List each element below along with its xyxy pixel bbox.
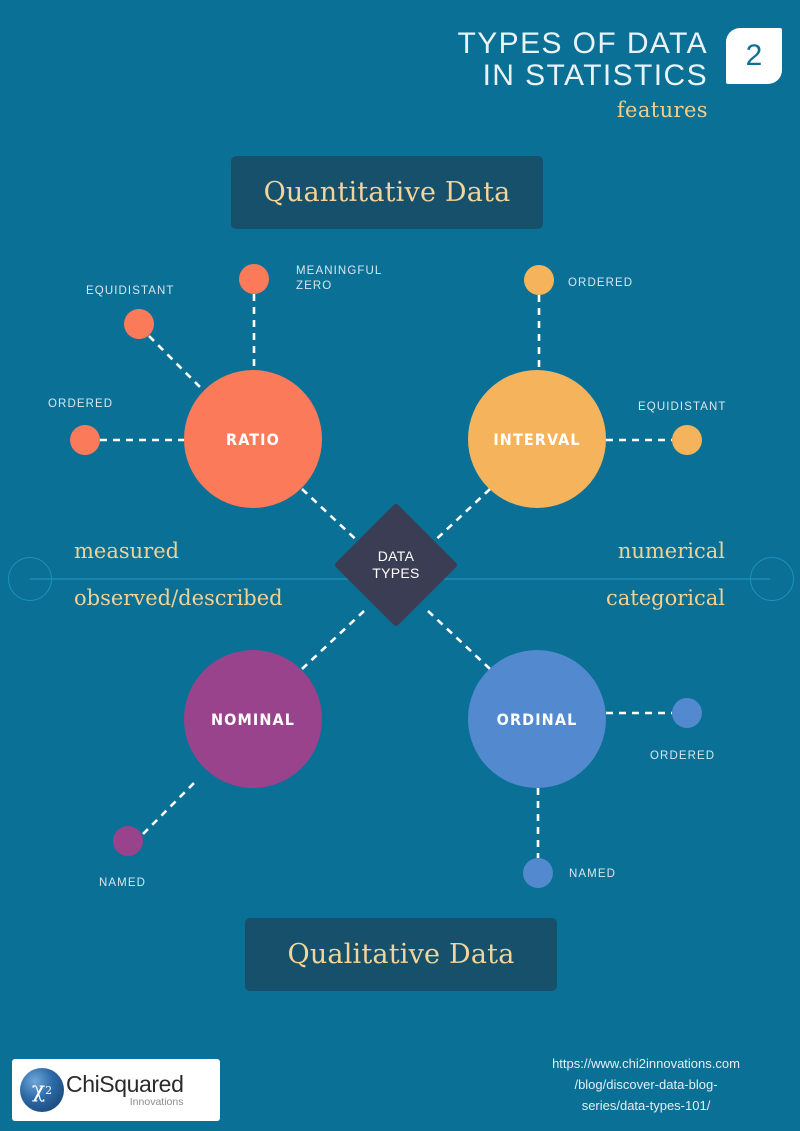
link-center-nominal — [301, 610, 365, 670]
label-ordinal-named: NAMED — [569, 868, 617, 880]
link-center-ordinal — [427, 610, 491, 670]
node-nominal-label: NOMINAL — [210, 709, 296, 729]
chi-symbol: χ — [31, 1077, 46, 1103]
dot-ordinal-named — [523, 858, 553, 888]
dot-ratio-equidistant — [124, 309, 154, 339]
chi-squared-orb-icon: χ2 — [20, 1068, 64, 1112]
diamond-label-line1: DATA — [377, 548, 415, 564]
header-title-block: TYPES OF DATA IN STATISTICS features — [457, 27, 708, 123]
data-types-diamond-label: DATA TYPES — [352, 521, 440, 609]
node-nominal: NOMINAL — [184, 650, 322, 788]
node-ratio-label: RATIO — [226, 429, 280, 449]
source-url: https://www.chi2innovations.com /blog/di… — [506, 1053, 786, 1116]
header-title-line2: IN STATISTICS — [482, 59, 708, 92]
label-interval-ordered: ORDERED — [568, 277, 634, 289]
label-interval-equidistant: EQUIDISTANT — [638, 401, 727, 413]
node-ratio: RATIO — [184, 370, 322, 508]
header-subtitle: features — [616, 98, 708, 122]
dot-nominal-named — [113, 826, 143, 856]
axis-label-measured: measured — [74, 539, 180, 563]
axis-end-circle-right — [750, 557, 794, 601]
logo-company-name: ChiSquared — [66, 1070, 184, 1097]
dot-ratio-ordered — [70, 425, 100, 455]
quantitative-data-banner: Quantitative Data — [231, 156, 543, 229]
link-ratio-equidistant — [148, 335, 206, 393]
axis-end-circle-left — [8, 557, 52, 601]
link-nominal-named — [142, 780, 197, 835]
node-interval-label: INTERVAL — [493, 429, 581, 449]
logo-tagline: Innovations — [129, 1095, 184, 1108]
infographic-canvas: TYPES OF DATA IN STATISTICS features 2 Q… — [0, 0, 800, 1131]
axis-label-observed-described: observed/described — [74, 586, 283, 610]
source-url-line3: series/data-types-101/ — [581, 1098, 711, 1113]
dot-interval-ordered — [524, 265, 554, 295]
axis-label-categorical: categorical — [606, 586, 725, 610]
dot-ratio-meaningful-zero — [239, 264, 269, 294]
dot-interval-equidistant — [672, 425, 702, 455]
dot-ordinal-ordered — [672, 698, 702, 728]
qualitative-data-label: Qualitative Data — [287, 939, 515, 970]
node-interval: INTERVAL — [468, 370, 606, 508]
page-number-badge: 2 — [726, 28, 782, 84]
label-ordinal-ordered: ORDERED — [650, 750, 716, 762]
label-ratio-meaningful-zero: MEANINGFUL ZERO — [296, 265, 382, 292]
axis-label-numerical: numerical — [617, 539, 725, 563]
source-url-line2: /blog/discover-data-blog- — [574, 1077, 718, 1092]
label-ratio-ordered: ORDERED — [48, 398, 114, 410]
node-ordinal: ORDINAL — [468, 650, 606, 788]
label-ratio-equidistant: EQUIDISTANT — [86, 285, 175, 297]
node-ordinal-label: ORDINAL — [496, 709, 578, 729]
header-title-line1: TYPES OF DATA — [457, 27, 708, 60]
page-number-value: 2 — [745, 39, 763, 72]
logo-text-block: ChiSquared Innovations — [66, 1070, 184, 1108]
chisquared-logo: χ2 ChiSquared Innovations — [12, 1059, 220, 1121]
qualitative-data-banner: Qualitative Data — [245, 918, 557, 991]
source-url-line1: https://www.chi2innovations.com — [552, 1056, 740, 1071]
diamond-label-line2: TYPES — [372, 565, 420, 581]
chi-exponent: 2 — [45, 1083, 53, 1097]
quantitative-data-label: Quantitative Data — [263, 177, 511, 208]
label-nominal-named: NAMED — [99, 877, 147, 889]
